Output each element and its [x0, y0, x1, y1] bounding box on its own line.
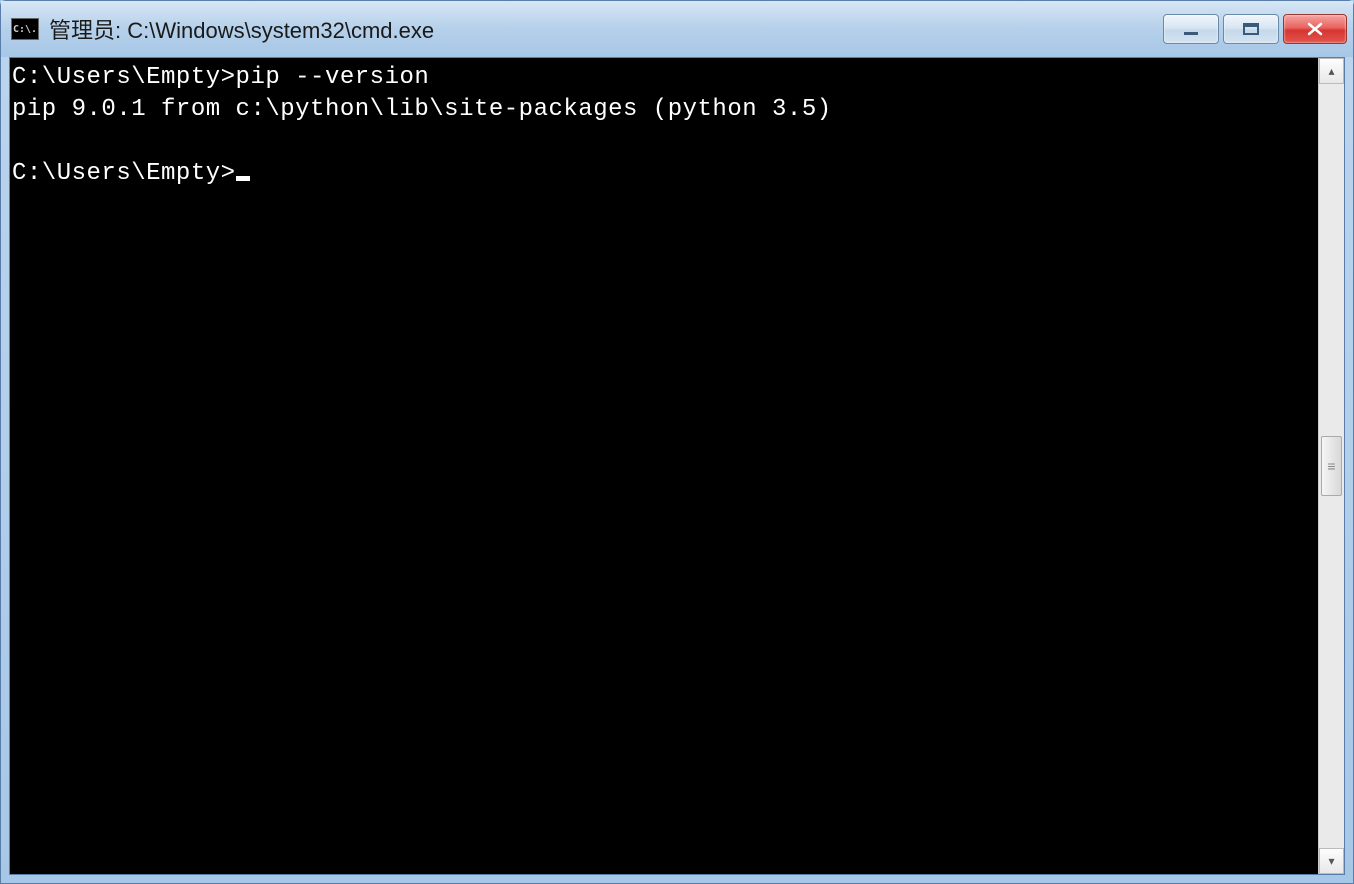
scroll-track[interactable]: [1319, 84, 1344, 848]
terminal-output[interactable]: C:\Users\Empty>pip --version pip 9.0.1 f…: [10, 58, 1318, 874]
maximize-icon: [1242, 22, 1260, 36]
close-icon: [1305, 21, 1325, 37]
close-button[interactable]: [1283, 14, 1347, 44]
minimize-button[interactable]: [1163, 14, 1219, 44]
window-title: 管理员: C:\Windows\system32\cmd.exe: [49, 13, 1163, 45]
minimize-icon: [1182, 22, 1200, 36]
titlebar[interactable]: C:\. 管理员: C:\Windows\system32\cmd.exe: [1, 1, 1353, 57]
window-controls: [1163, 14, 1347, 44]
cmd-window: C:\. 管理员: C:\Windows\system32\cmd.exe: [0, 0, 1354, 884]
maximize-button[interactable]: [1223, 14, 1279, 44]
prompt-2: C:\Users\Empty>: [12, 160, 236, 187]
command-1: pip --version: [236, 64, 430, 91]
client-area: C:\Users\Empty>pip --version pip 9.0.1 f…: [9, 57, 1345, 875]
scroll-thumb[interactable]: [1321, 436, 1342, 496]
prompt-1: C:\Users\Empty>: [12, 64, 236, 91]
cmd-app-icon: C:\.: [11, 18, 39, 40]
vertical-scrollbar[interactable]: ▴ ▾: [1318, 58, 1344, 874]
cmd-icon-text: C:\.: [13, 24, 37, 35]
output-line-1: pip 9.0.1 from c:\python\lib\site-packag…: [12, 96, 832, 123]
cursor: [236, 176, 250, 181]
scroll-up-button[interactable]: ▴: [1319, 58, 1344, 84]
scroll-down-button[interactable]: ▾: [1319, 848, 1344, 874]
